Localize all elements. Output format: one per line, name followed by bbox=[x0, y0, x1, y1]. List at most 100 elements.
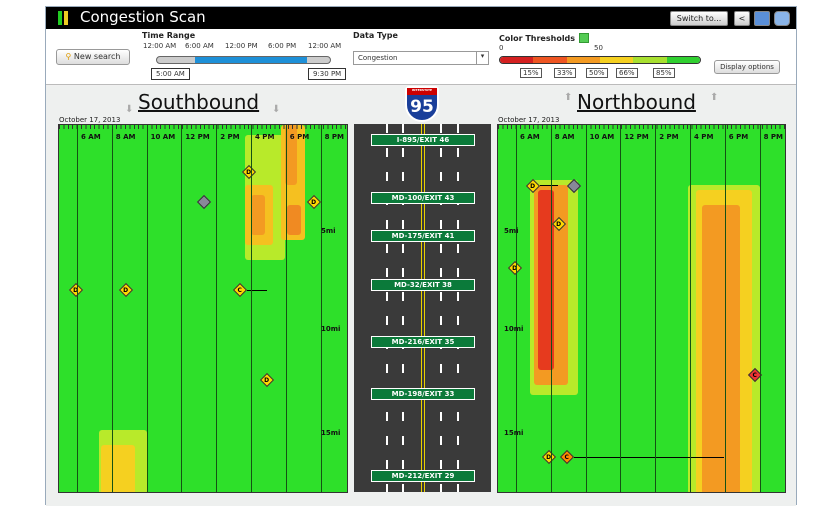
congestion-region bbox=[702, 205, 740, 492]
northbound-heatmap[interactable]: D D D C D C 6 AM 8 AM 10 AM 12 PM 2 PM 4 PM 6 … bbox=[497, 124, 786, 493]
threshold-marker[interactable]: 50% bbox=[586, 68, 608, 78]
time-label: 8 AM bbox=[554, 133, 575, 141]
disabled-vehicle-incident-icon[interactable]: D bbox=[507, 260, 523, 276]
threshold-segment bbox=[633, 57, 667, 63]
new-search-label: New search bbox=[73, 52, 121, 61]
time-label: 10 AM bbox=[589, 133, 615, 141]
time-gridline bbox=[181, 125, 183, 492]
time-label: 12 PM bbox=[624, 133, 649, 141]
disabled-vehicle-incident-icon[interactable]: D bbox=[306, 194, 322, 210]
time-gridline bbox=[620, 125, 622, 492]
exit-sign[interactable]: MD-175/EXIT 41 bbox=[371, 230, 475, 242]
time-ruler bbox=[59, 125, 347, 129]
threshold-segment bbox=[500, 57, 534, 63]
route-number: 95 bbox=[410, 97, 434, 117]
shield-top-text: INTERSTATE bbox=[407, 88, 437, 95]
disabled-vehicle-incident-icon[interactable]: D bbox=[118, 282, 134, 298]
display-options-button[interactable]: Display options bbox=[714, 60, 780, 74]
northbound-date: October 17, 2013 bbox=[498, 116, 560, 124]
disabled-vehicle-incident-icon[interactable]: D bbox=[68, 282, 84, 298]
new-search-button[interactable]: ⚲ New search bbox=[56, 49, 130, 65]
threshold-marker[interactable]: 33% bbox=[554, 68, 576, 78]
data-type-select[interactable]: Congestion ▾ bbox=[353, 51, 489, 65]
threshold-segment bbox=[666, 57, 700, 63]
time-tick: 12:00 AM bbox=[308, 42, 342, 50]
time-label: 8 AM bbox=[115, 133, 136, 141]
median-line bbox=[421, 124, 425, 492]
congestion-region bbox=[287, 205, 301, 235]
threshold-marker[interactable]: 66% bbox=[616, 68, 638, 78]
time-label: 2 PM bbox=[220, 133, 240, 141]
save-icon[interactable] bbox=[754, 11, 770, 26]
time-gridline bbox=[585, 125, 587, 492]
time-tick: 6:00 PM bbox=[268, 42, 297, 50]
time-tick: 12:00 AM bbox=[143, 42, 177, 50]
incident-duration-line bbox=[574, 457, 724, 458]
time-gridline bbox=[690, 125, 691, 492]
lane-marking bbox=[386, 124, 388, 492]
time-gridline bbox=[77, 125, 78, 492]
threshold-marker[interactable]: 15% bbox=[520, 68, 542, 78]
exit-sign[interactable]: MD-32/EXIT 38 bbox=[371, 279, 475, 291]
work-zone-icon[interactable] bbox=[196, 194, 212, 210]
share-icon[interactable]: < bbox=[734, 11, 750, 26]
lane-marking bbox=[440, 124, 442, 492]
exit-sign[interactable]: MD-198/EXIT 33 bbox=[371, 388, 475, 400]
mile-label: 15mi bbox=[504, 429, 524, 437]
reset-thresholds-icon[interactable] bbox=[579, 33, 589, 43]
threshold-color-bar[interactable] bbox=[499, 56, 701, 64]
time-label: 8 PM bbox=[324, 133, 344, 141]
time-gridline bbox=[285, 125, 287, 492]
threshold-segment bbox=[533, 57, 567, 63]
exit-sign[interactable]: MD-212/EXIT 29 bbox=[371, 470, 475, 482]
interstate-shield-icon: INTERSTATE 95 bbox=[405, 86, 439, 122]
end-time-handle[interactable]: 9:30 PM bbox=[308, 68, 347, 80]
arrow-up-icon: ⬆ bbox=[710, 92, 719, 103]
route-diagram: I-895/EXIT 46 MD-100/EXIT 43 MD-175/EXIT 4… bbox=[354, 124, 491, 492]
time-label: 6 AM bbox=[520, 133, 540, 141]
time-range-selection[interactable] bbox=[195, 57, 307, 63]
data-type-label: Data Type bbox=[353, 31, 398, 40]
time-range-label: Time Range bbox=[142, 31, 196, 40]
threshold-segment bbox=[599, 57, 634, 63]
time-label: 6 PM bbox=[289, 133, 310, 141]
arrow-down-icon: ⬇ bbox=[125, 104, 134, 115]
time-gridline bbox=[111, 125, 113, 492]
crash-incident-icon[interactable]: C bbox=[559, 449, 575, 465]
time-tick: 12:00 PM bbox=[225, 42, 258, 50]
start-time-handle[interactable]: 5:00 AM bbox=[151, 68, 190, 80]
southbound-title: Southbound bbox=[138, 90, 260, 114]
scale-mid: 50 bbox=[594, 44, 603, 52]
southbound-heatmap[interactable]: D D D D C D 6 AM 8 AM 10 AM 12 PM 2 PM 4 PM 6 … bbox=[58, 124, 348, 493]
exit-sign[interactable]: MD-216/EXIT 35 bbox=[371, 336, 475, 348]
scale-min: 0 bbox=[499, 44, 504, 52]
mile-label: 5mi bbox=[504, 227, 519, 235]
time-label: 6 AM bbox=[81, 133, 101, 141]
chevron-down-icon[interactable]: ▾ bbox=[476, 52, 488, 64]
time-range-slider[interactable] bbox=[156, 56, 331, 64]
app-title: Congestion Scan bbox=[80, 8, 206, 26]
disabled-vehicle-incident-icon[interactable]: D bbox=[259, 372, 275, 388]
time-label: 4 PM bbox=[694, 133, 714, 141]
lane-marking bbox=[457, 124, 459, 492]
search-icon: ⚲ bbox=[65, 52, 72, 61]
lane-marking bbox=[402, 124, 404, 492]
switch-to-button[interactable]: Switch to... bbox=[670, 11, 728, 26]
time-gridline bbox=[724, 125, 726, 492]
threshold-marker[interactable]: 85% bbox=[653, 68, 675, 78]
exit-sign[interactable]: I-895/EXIT 46 bbox=[371, 134, 475, 146]
toolbar: ⚲ New search Time Range 12:00 AM 6:00 AM… bbox=[46, 29, 796, 85]
help-icon[interactable] bbox=[774, 11, 790, 26]
northbound-title: Northbound bbox=[577, 90, 696, 114]
crash-incident-icon[interactable]: C bbox=[232, 282, 248, 298]
congestion-region bbox=[251, 195, 265, 235]
exit-sign[interactable]: MD-100/EXIT 43 bbox=[371, 192, 475, 204]
time-gridline bbox=[655, 125, 657, 492]
incident-duration-line bbox=[540, 185, 558, 186]
disabled-vehicle-incident-icon[interactable]: D bbox=[541, 449, 557, 465]
app-logo-icon bbox=[58, 11, 68, 25]
time-label: 4 PM bbox=[255, 133, 275, 141]
data-type-value: Congestion bbox=[358, 54, 398, 62]
time-label: 12 PM bbox=[185, 133, 210, 141]
time-label: 6 PM bbox=[728, 133, 749, 141]
